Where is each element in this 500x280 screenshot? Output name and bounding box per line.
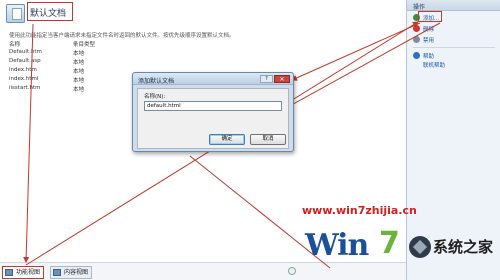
table-row[interactable]: Default.htm 本地 — [9, 49, 189, 58]
row-type: 本地 — [73, 51, 85, 57]
row-name: index.htm — [9, 67, 37, 73]
name-field-label: 名称(N): — [144, 94, 166, 100]
watermark-badge-icon — [409, 236, 431, 258]
help-icon — [413, 52, 420, 59]
row-name: iisstart.htm — [9, 85, 41, 91]
dialog-body: 名称(N): 确定 取消 — [137, 88, 289, 149]
row-name: Default.htm — [9, 49, 42, 55]
row-type: 本地 — [73, 69, 85, 75]
disable-icon — [413, 36, 420, 43]
row-name: Default.asp — [9, 58, 41, 64]
remove-icon — [413, 25, 420, 32]
action-help[interactable]: 帮助 — [423, 52, 434, 60]
row-type: 本地 — [73, 78, 85, 84]
ok-button[interactable]: 确定 — [209, 134, 245, 145]
action-online-help[interactable]: 联机帮助 — [423, 61, 445, 69]
actions-title: 操作 — [413, 4, 426, 11]
row-type: 本地 — [73, 60, 85, 66]
watermark-url: www.win7zhijia.cn — [302, 204, 417, 217]
add-default-document-dialog: 添加默认文档 ? ✕ 名称(N): 确定 取消 — [132, 72, 294, 152]
features-view-icon — [5, 269, 13, 276]
add-highlight-box — [418, 11, 442, 22]
table-row[interactable]: Default.asp 本地 — [9, 58, 189, 67]
scroll-indicator-icon[interactable] — [288, 267, 296, 275]
cancel-button[interactable]: 取消 — [250, 134, 286, 145]
tab-content-view[interactable]: 内容视图 — [50, 266, 93, 279]
watermark-logo: Win 7 系统之家 — [305, 222, 500, 277]
tab-features-view[interactable]: 功能视图 — [2, 266, 45, 279]
row-name: index.html — [9, 76, 39, 82]
watermark-site-name: 系统之家 — [433, 238, 494, 256]
content-view-icon — [53, 269, 61, 276]
action-divider — [413, 47, 495, 48]
tab-label: 内容视图 — [64, 269, 89, 276]
dialog-close-button[interactable]: ✕ — [274, 75, 290, 83]
page-description: 使用此功能指定当客户端请求未指定文件名时返回的默认文件。按优先级顺序设置默认文档… — [9, 33, 235, 39]
tab-label: 功能视图 — [16, 269, 41, 276]
actions-header: 操作 — [407, 0, 500, 11]
page-title: 默认文档 — [30, 9, 67, 19]
column-header-type[interactable]: 条目类型 — [73, 40, 95, 48]
action-disable[interactable]: 禁用 — [423, 36, 434, 44]
watermark-logo-win: Win — [305, 228, 369, 263]
name-input[interactable] — [144, 101, 282, 111]
default-document-icon — [6, 4, 25, 23]
column-header-name[interactable]: 名称 — [9, 40, 20, 48]
dialog-titlebar[interactable]: 添加默认文档 ? ✕ — [133, 73, 293, 85]
action-remove[interactable]: 删除 — [423, 25, 434, 33]
watermark-logo-seven: 7 — [379, 226, 400, 261]
dialog-help-button[interactable]: ? — [260, 75, 273, 83]
row-type: 本地 — [73, 87, 85, 93]
dialog-title: 添加默认文档 — [138, 78, 175, 85]
